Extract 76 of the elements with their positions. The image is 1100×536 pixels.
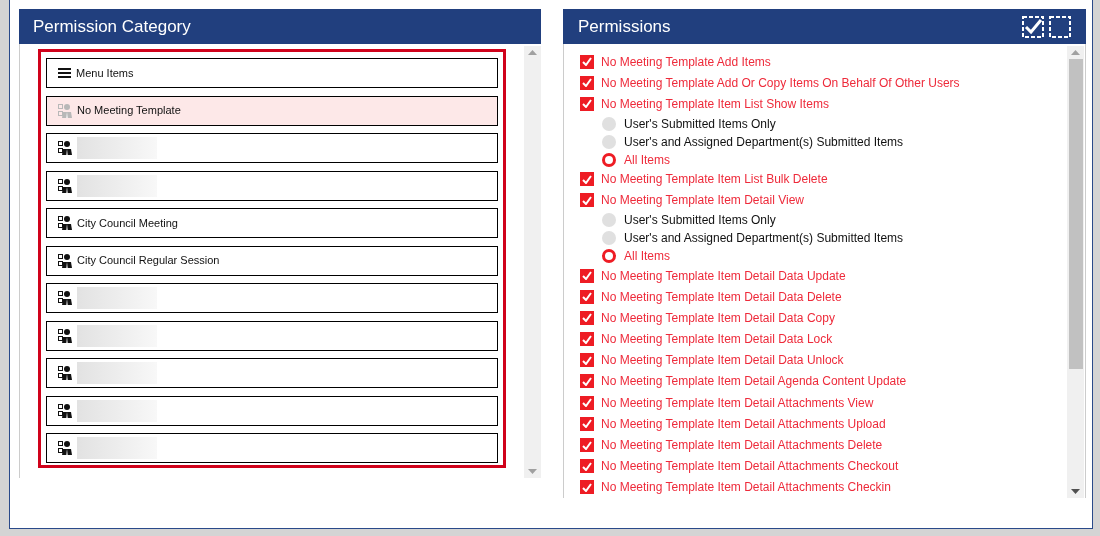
permission-label: No Meeting Template Item Detail Data Lock <box>601 331 833 349</box>
category-item[interactable] <box>46 133 498 163</box>
permission-label: No Meeting Template Item Detail Data Unlock <box>601 352 844 370</box>
permission-label: No Meeting Template Item Detail View <box>601 192 804 210</box>
user-group-icon <box>58 403 72 418</box>
checkbox[interactable] <box>580 395 594 410</box>
checkbox[interactable] <box>580 75 594 90</box>
checkbox[interactable] <box>580 374 594 389</box>
permission-label: No Meeting Template Item List Bulk Delete <box>601 171 828 189</box>
category-item[interactable]: City Council Meeting <box>46 208 498 238</box>
category-item[interactable] <box>46 395 498 426</box>
category-item[interactable]: Menu Items <box>46 58 498 88</box>
permission-label: No Meeting Template Add Items <box>601 53 771 71</box>
option-label: User's Submitted Items Only <box>624 211 776 229</box>
user-group-icon <box>58 441 72 455</box>
category-item[interactable] <box>46 433 498 463</box>
scrollbar[interactable] <box>524 46 541 478</box>
permission-label: No Meeting Template Item Detail Attachments View <box>601 394 874 412</box>
user-group-icon <box>58 328 72 343</box>
scroll-up-icon[interactable] <box>1071 50 1080 55</box>
checkbox[interactable] <box>580 54 594 69</box>
permission-label: No Meeting Template Item Detail Agenda Content Update <box>601 373 907 391</box>
category-item[interactable] <box>46 283 498 313</box>
checkbox[interactable] <box>580 353 594 368</box>
menu-icon <box>58 68 71 78</box>
scrollbar-thumb[interactable] <box>1068 59 1083 369</box>
option-label: User's and Assigned Department(s) Submitted Items <box>624 229 904 247</box>
scrollbar[interactable] <box>1067 46 1084 498</box>
category-item[interactable] <box>46 320 498 351</box>
category-item[interactable] <box>46 358 498 388</box>
checkbox[interactable] <box>580 310 594 325</box>
radio-button[interactable] <box>602 212 616 227</box>
checkbox[interactable] <box>580 332 594 347</box>
user-group-icon <box>58 103 72 118</box>
option-label: All Items <box>624 247 670 265</box>
permission-label: No Meeting Template Item Detail Data Copy <box>601 309 835 327</box>
user-group-icon <box>58 216 72 230</box>
checkbox[interactable] <box>580 172 594 187</box>
radio-button[interactable] <box>602 116 616 131</box>
checkbox[interactable] <box>580 193 594 208</box>
radio-button[interactable] <box>602 230 616 245</box>
user-group-icon <box>58 253 72 268</box>
option-label: User's Submitted Items Only <box>624 115 776 133</box>
radio-button[interactable] <box>602 152 616 167</box>
category-item[interactable]: No Meeting Template <box>46 95 498 126</box>
radio-button[interactable] <box>602 248 616 263</box>
user-group-icon <box>58 291 72 305</box>
checkbox[interactable] <box>580 268 594 283</box>
permission-label: No Meeting Template Item Detail Data Update <box>601 267 846 285</box>
deselect-all-icon[interactable] <box>1049 15 1071 38</box>
permission-label: No Meeting Template Item List Show Items <box>601 95 829 113</box>
permission-label: No Meeting Template Item Detail Attachments Upload <box>601 415 886 433</box>
checkbox[interactable] <box>580 438 594 453</box>
panel-title: Permissions <box>578 15 671 38</box>
permission-label: No Meeting Template Item Detail Data Delete <box>601 288 842 306</box>
user-group-icon <box>58 366 72 380</box>
option-label: All Items <box>624 151 670 169</box>
select-all-icon[interactable] <box>1022 15 1044 38</box>
permission-label: No Meeting Template Item Detail Attachments Delete <box>601 437 883 455</box>
checkbox[interactable] <box>580 459 594 474</box>
checkbox[interactable] <box>580 289 594 304</box>
scroll-up-icon[interactable] <box>528 50 537 55</box>
checkbox[interactable] <box>580 480 594 495</box>
permission-label: No Meeting Template Add Or Copy Items On Behalf Of Other Users <box>601 74 960 92</box>
scroll-down-icon[interactable] <box>1071 489 1080 494</box>
permission-label: No Meeting Template Item Detail Attachments Checkout <box>601 458 899 476</box>
user-group-icon <box>58 141 72 155</box>
radio-button[interactable] <box>602 134 616 149</box>
checkbox[interactable] <box>580 96 594 111</box>
option-label: User's and Assigned Department(s) Submitted Items <box>624 133 904 151</box>
category-item[interactable] <box>46 170 498 201</box>
permission-label: No Meeting Template Item Detail Attachments Checkin <box>601 479 891 497</box>
checkbox[interactable] <box>580 416 594 431</box>
panel-title: Permission Category <box>33 15 191 38</box>
category-item[interactable]: City Council Regular Session <box>46 245 498 276</box>
user-group-icon <box>58 178 72 193</box>
